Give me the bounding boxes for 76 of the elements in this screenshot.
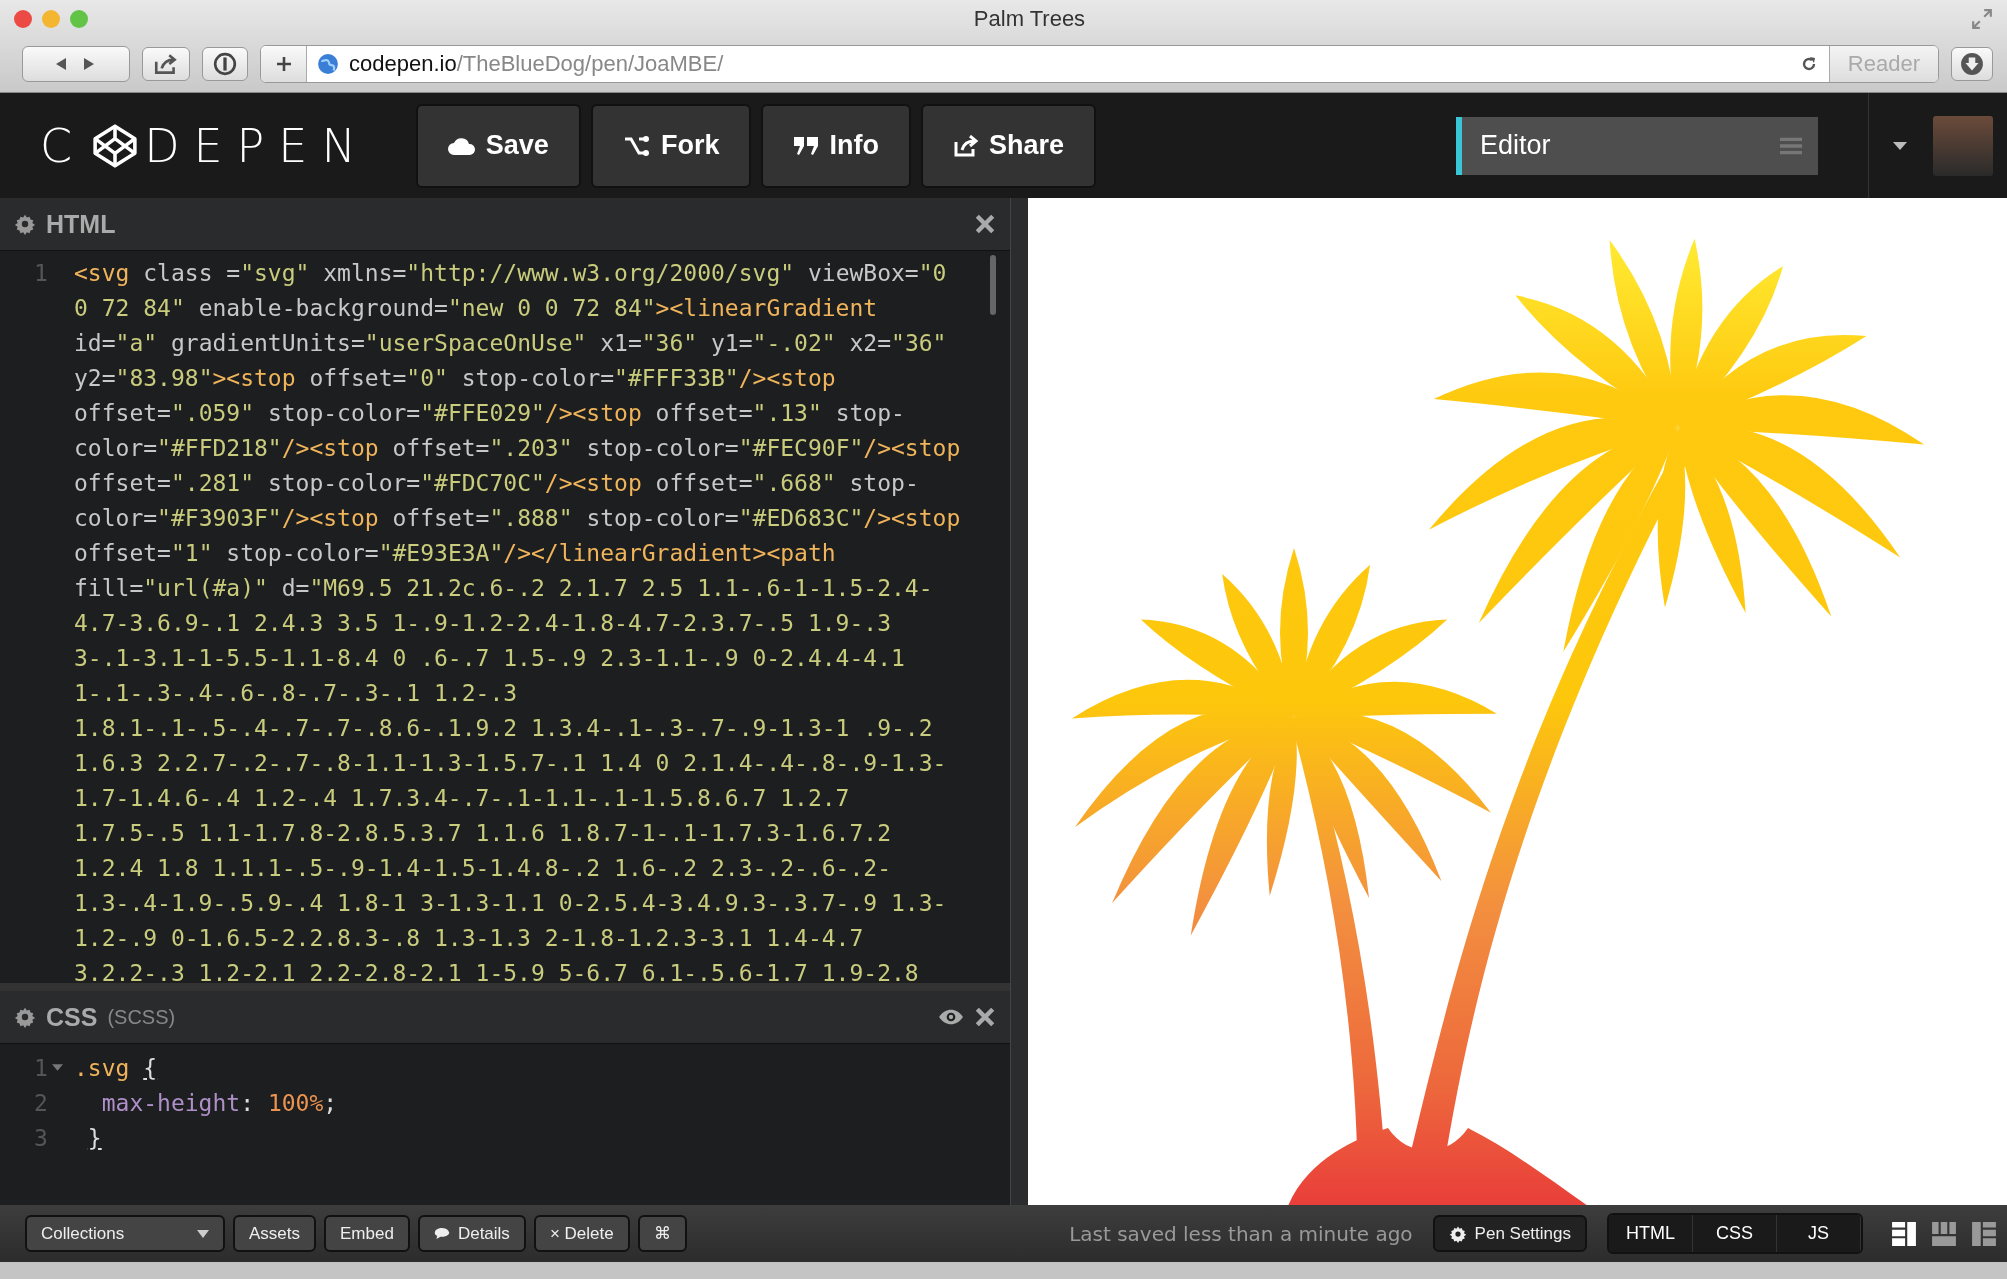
header-button[interactable]: Save <box>415 103 581 188</box>
header-button[interactable]: Info <box>761 103 911 188</box>
eye-icon[interactable] <box>938 1008 964 1026</box>
caret-icon <box>197 1229 209 1238</box>
pen-settings-button[interactable]: Pen Settings <box>1432 1215 1587 1252</box>
line-number: 1 <box>34 1054 48 1081</box>
code-line: 1.3-.4-1.9-.5.9-.4 1.8-1 3-1.3-1.1 0-2.5.4-3.4.9.3-.3.7-.9 1.3- <box>74 889 947 916</box>
cloud-icon <box>447 136 476 155</box>
close-icon[interactable] <box>974 213 996 235</box>
quote-icon <box>793 135 820 156</box>
code-line: fill="url(#a)" d="M69.5 21.2c.6-.2 2.1.7 2.5 1.1-.6-1-1.5-2.4- <box>74 574 933 601</box>
share-icon <box>952 134 979 157</box>
panel-title: HTML <box>46 209 116 239</box>
share-icon[interactable] <box>142 47 190 81</box>
editor-toggle[interactable]: HTML <box>1609 1215 1693 1252</box>
caret-icon[interactable] <box>1893 141 1907 150</box>
settings-icon <box>1448 1224 1467 1243</box>
code-line: 1.2.4 1.8 1.1.1-.5-.9-1.4-1.5-1.4.8-.2 1.6-.2 2.3-.2-.6-.2- <box>74 854 891 881</box>
line-number: 3 <box>34 1124 48 1151</box>
back-forward-button[interactable] <box>22 46 130 82</box>
layout-left-icon[interactable] <box>1891 1220 1917 1247</box>
line-number: 2 <box>34 1089 48 1116</box>
footer-button[interactable]: Embed <box>324 1215 410 1252</box>
footer-button[interactable]: Assets <box>233 1215 317 1252</box>
code-line: } <box>86 1124 102 1151</box>
layout-top-icon[interactable] <box>1931 1220 1957 1247</box>
close-window-button[interactable] <box>14 10 32 28</box>
editor-toggle[interactable]: JS <box>1777 1215 1861 1252</box>
code-line: 3.2.2-.3 1.2-2.1 2.2-2.8-2.1 1-5.9 5-6.7 6.1-.5.6-1.7 1.9-2.8 <box>74 959 919 983</box>
fullscreen-icon[interactable] <box>1971 8 1993 30</box>
code-line: 1.6.3 2.2.7-.2-.7-.8-1.1-1.3-1.5.7-.1 1.4 0 2.1.4-.4-.8-.9-1.3- <box>74 749 947 776</box>
window-title: Palm Trees <box>972 6 1087 32</box>
code-line: 1-.1-.3-.4-.6-.8-.7-.3-.1 1.2-.3 <box>74 679 518 706</box>
scrollbar[interactable] <box>990 255 996 315</box>
code-line: y2="83.98"><stop offset="0" stop-color="#FFF33B"/><stop <box>74 364 836 391</box>
code-line: <svg class ="svg" xmlns="http://www.w3.org/2000/svg" viewBox="0 <box>74 259 947 286</box>
header-button[interactable]: Fork <box>590 103 752 188</box>
resize-handle[interactable] <box>1010 198 1028 1205</box>
footer-button[interactable]: × Delete <box>533 1215 630 1252</box>
code-line: color="#F3903F"/><stop offset=".888" stop-color="#ED683C"/><stop <box>74 504 961 531</box>
save-status-text: Last saved less than a minute ago <box>1069 1221 1413 1246</box>
cube-icon <box>92 122 139 169</box>
footer-button[interactable]: Details <box>417 1215 526 1252</box>
collections-dropdown[interactable]: Collections <box>25 1215 225 1252</box>
view-dropdown[interactable]: Editor <box>1456 116 1818 175</box>
layout-right-icon[interactable] <box>1971 1220 1997 1247</box>
header-button[interactable]: Share <box>920 103 1096 188</box>
settings-icon[interactable] <box>14 213 36 235</box>
code-line: 1.7.5-.5 1.1-1.7.8-2.8.5.3.7 1.1.6 1.8.7-1-.1-1.7.3-1.6.7.2 <box>74 819 891 846</box>
codepen-logo[interactable]: C DEPEN <box>40 118 370 173</box>
password-icon[interactable] <box>202 47 248 81</box>
code-line: offset=".059" stop-color="#FFE029"/><stop offset=".13" stop- <box>74 399 905 426</box>
code-line: 1.7-1.4.6-.4 1.2-.4 1.7.3.4-.7-.1-1.1-.1-1.5.8.6.7 1.2.7 <box>74 784 850 811</box>
code-line: color="#FFD218"/><stop offset=".203" stop-color="#FEC90F"/><stop <box>74 434 961 461</box>
editor-toggle[interactable]: CSS <box>1693 1215 1777 1252</box>
code-line: 1.8.1-.1-.5-.4-.7-.7-.8.6-.1.9.2 1.3.4-.1-.3-.7-.9-1.3-1 .9-.2 <box>74 714 933 741</box>
panel-title: CSS <box>46 1002 98 1032</box>
line-number: 1 <box>34 259 48 286</box>
code-line: 3-.1-3.1-1-5.5-1.1-8.4 0 .6-.7 1.5-.9 2.3-1.1-.9 0-2.4.4-4.1 <box>74 644 905 671</box>
code-line: offset="1" stop-color="#E93E3A"/></linearGradient><path <box>74 539 836 566</box>
code-line: 1.2-.9 0-1.6.5-2.2.8.3-.8 1.3-1.3 2-1.8-1.2.3-3.1 1.4-4.7 <box>74 924 864 951</box>
speech-bubble-icon <box>433 1227 450 1240</box>
preprocessor-label: (SCSS) <box>107 1005 176 1029</box>
code-line: max-height: 100%; <box>100 1089 338 1116</box>
close-icon[interactable] <box>974 1006 996 1028</box>
code-line: offset=".281" stop-color="#FDC70C"/><stop offset=".668" stop- <box>74 469 919 496</box>
menu-icon <box>1780 136 1802 155</box>
footer-button[interactable]: ⌘ <box>637 1215 687 1252</box>
code-line: 0 72 84" enable-background="new 0 0 72 84"><linearGradient <box>74 294 878 321</box>
fork-icon <box>622 135 651 156</box>
settings-icon[interactable] <box>14 1006 36 1028</box>
code-line: 4.7-3.6.9-.1 2.4.3 3.5 1-.9-1.2-2.4-1.8-4.7-2.3.7-.5 1.9-.3 <box>74 609 891 636</box>
download-icon[interactable] <box>1951 47 1993 81</box>
fold-icon[interactable] <box>51 1064 63 1071</box>
code-line: .svg { <box>74 1054 158 1081</box>
code-line: id="a" gradientUnits="userSpaceOnUse" x1="36" y1="-.02" x2="36" <box>74 329 947 356</box>
